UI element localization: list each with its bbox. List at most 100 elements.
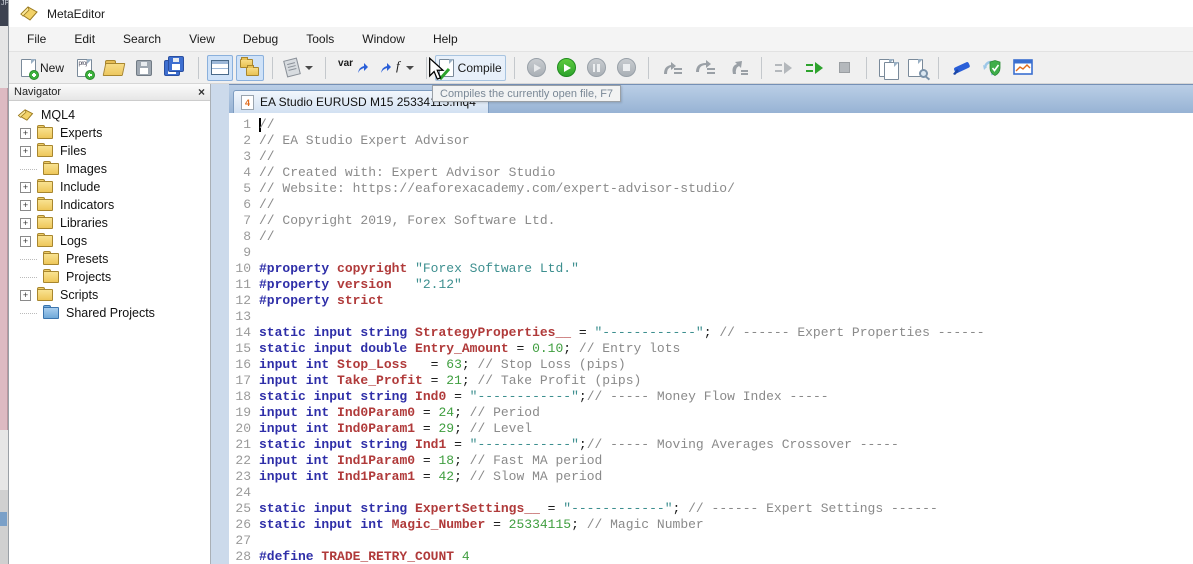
code-line[interactable]: 23 input int Ind1Param1 = 42; // Slow MA … [229,469,1193,485]
stop-glyph [622,64,630,71]
goto-variable-button[interactable]: var [334,55,373,81]
copy-button[interactable] [875,55,901,81]
navigator-folders-icon [240,56,260,77]
code-line[interactable]: 1 // [229,117,1193,133]
open-folder-icon [104,60,124,75]
tree-item-label: Images [66,162,107,176]
menu-item-tools[interactable]: Tools [292,27,348,51]
expand-plus-icon[interactable]: + [20,217,31,229]
save-button[interactable] [131,55,157,81]
breakpoint-button[interactable] [832,55,858,81]
code-line[interactable]: 13 [229,309,1193,325]
sidebar-item-logs[interactable]: + Logs [9,232,210,250]
code-line[interactable]: 5 // Website: https://eaforexacademy.com/… [229,181,1193,197]
step-over-icon [695,59,715,74]
menu-item-edit[interactable]: Edit [60,27,109,51]
menu-item-debug[interactable]: Debug [229,27,292,51]
debug-stop-button[interactable] [613,55,640,81]
play-glyph [563,63,571,72]
sidebar-item-include[interactable]: + Include [9,178,210,196]
code-line[interactable]: 11 #property version "2.12" [229,277,1193,293]
code-line[interactable]: 15 static input double Entry_Amount = 0.1… [229,341,1193,357]
sidebar-item-presets[interactable]: Presets [9,250,210,268]
sidebar-item-shared-projects[interactable]: Shared Projects [9,304,210,322]
step-out-button[interactable] [723,55,753,81]
code-line[interactable]: 17 input int Take_Profit = 21; // Take Pr… [229,373,1193,389]
code-line[interactable]: 2 // EA Studio Expert Advisor [229,133,1193,149]
code-line[interactable]: 19 input int Ind0Param0 = 24; // Period [229,405,1193,421]
chart-window-button[interactable] [1009,55,1039,81]
run-to-cursor-disabled-button[interactable] [770,55,798,81]
step-over-button[interactable] [690,55,720,81]
folder-icon [37,143,53,157]
sidebar-item-mql4[interactable]: MQL4 [9,106,210,124]
run-to-cursor-button[interactable] [801,55,829,81]
debug-pause-button[interactable] [583,55,610,81]
debug-restart-button[interactable] [523,55,550,81]
line-number: 1 [243,117,251,132]
storage-check-button[interactable] [978,55,1006,81]
toggle-navigator-button[interactable] [236,54,265,81]
code-line[interactable]: 21 static input string Ind1 = "----------… [229,437,1193,453]
tree-item-label: Projects [66,270,112,284]
code-line[interactable]: 20 input int Ind0Param1 = 29; // Level [229,421,1193,437]
code-line[interactable]: 18 static input string Ind0 = "----------… [229,389,1193,405]
menu-item-file[interactable]: File [13,27,60,51]
code-editor[interactable]: 1 // 2 // EA Studio Expert Advisor 3 // 4 // Cr… [229,113,1193,564]
code-line[interactable]: 9 [229,245,1193,261]
expand-plus-icon[interactable]: + [20,289,31,301]
expand-plus-icon[interactable]: + [20,199,31,211]
menu-item-window[interactable]: Window [348,27,419,51]
tree-item-label: Indicators [60,198,115,212]
code-line[interactable]: 26 static input int Magic_Number = 253341… [229,517,1193,533]
menu-item-help[interactable]: Help [419,27,472,51]
save-all-button[interactable] [160,55,190,81]
code-line[interactable]: 27 [229,533,1193,549]
styler-brush-button[interactable] [947,55,975,81]
goto-function-button[interactable]: f [376,55,418,81]
code-line[interactable]: 28 #define TRADE_RETRY_COUNT 4 [229,549,1193,564]
sidebar-item-scripts[interactable]: + Scripts [9,286,210,304]
code-line[interactable]: 3 // [229,149,1193,165]
expand-plus-icon[interactable]: + [20,235,31,247]
open-button[interactable] [100,55,128,81]
new-project-button[interactable]: proj [71,55,97,81]
line-number: 25 [235,501,251,516]
compile-button[interactable]: Compile [434,54,506,81]
code-line[interactable]: 12 #property strict [229,293,1193,309]
code-line[interactable]: 25 static input string ExpertSettings__ =… [229,501,1193,517]
menu-item-search[interactable]: Search [109,27,175,51]
panel-splitter[interactable] [211,84,229,564]
sidebar-item-experts[interactable]: + Experts [9,124,210,142]
code-line[interactable]: 7 // Copyright 2019, Forex Software Ltd. [229,213,1193,229]
expand-plus-icon[interactable]: + [20,127,31,139]
sidebar-item-images[interactable]: Images [9,160,210,178]
sidebar-item-files[interactable]: + Files [9,142,210,160]
code-text: input int Take_Profit = 21; // Take Prof… [259,373,642,388]
debug-start-button[interactable] [553,55,580,81]
new-button[interactable]: New [17,55,68,81]
step-into-button[interactable] [657,55,687,81]
expand-plus-icon[interactable]: + [20,181,31,193]
styler-dropdown-button[interactable] [281,55,317,81]
menu-item-view[interactable]: View [175,27,229,51]
expand-plus-icon[interactable]: + [20,145,31,157]
code-line[interactable]: 22 input int Ind1Param0 = 18; // Fast MA … [229,453,1193,469]
code-line[interactable]: 10 #property copyright "Forex Software Lt… [229,261,1193,277]
run-to-line-green-icon [805,61,823,74]
code-line[interactable]: 6 // [229,197,1193,213]
toolbar-separator [198,56,200,79]
sidebar-item-indicators[interactable]: + Indicators [9,196,210,214]
sidebar-item-projects[interactable]: Projects [9,268,210,286]
code-line[interactable]: 14 static input string StrategyProperties… [229,325,1193,341]
sidebar-item-libraries[interactable]: + Libraries [9,214,210,232]
search-in-file-button[interactable] [904,55,930,81]
toggle-layout-button[interactable] [207,54,234,81]
code-line[interactable]: 8 // [229,229,1193,245]
code-line[interactable]: 24 [229,485,1193,501]
line-number: 22 [235,453,251,468]
styler-icon [283,57,301,78]
code-line[interactable]: 4 // Created with: Expert Advisor Studio [229,165,1193,181]
close-icon[interactable]: × [198,86,205,98]
code-line[interactable]: 16 input int Stop_Loss = 63; // Stop Loss… [229,357,1193,373]
